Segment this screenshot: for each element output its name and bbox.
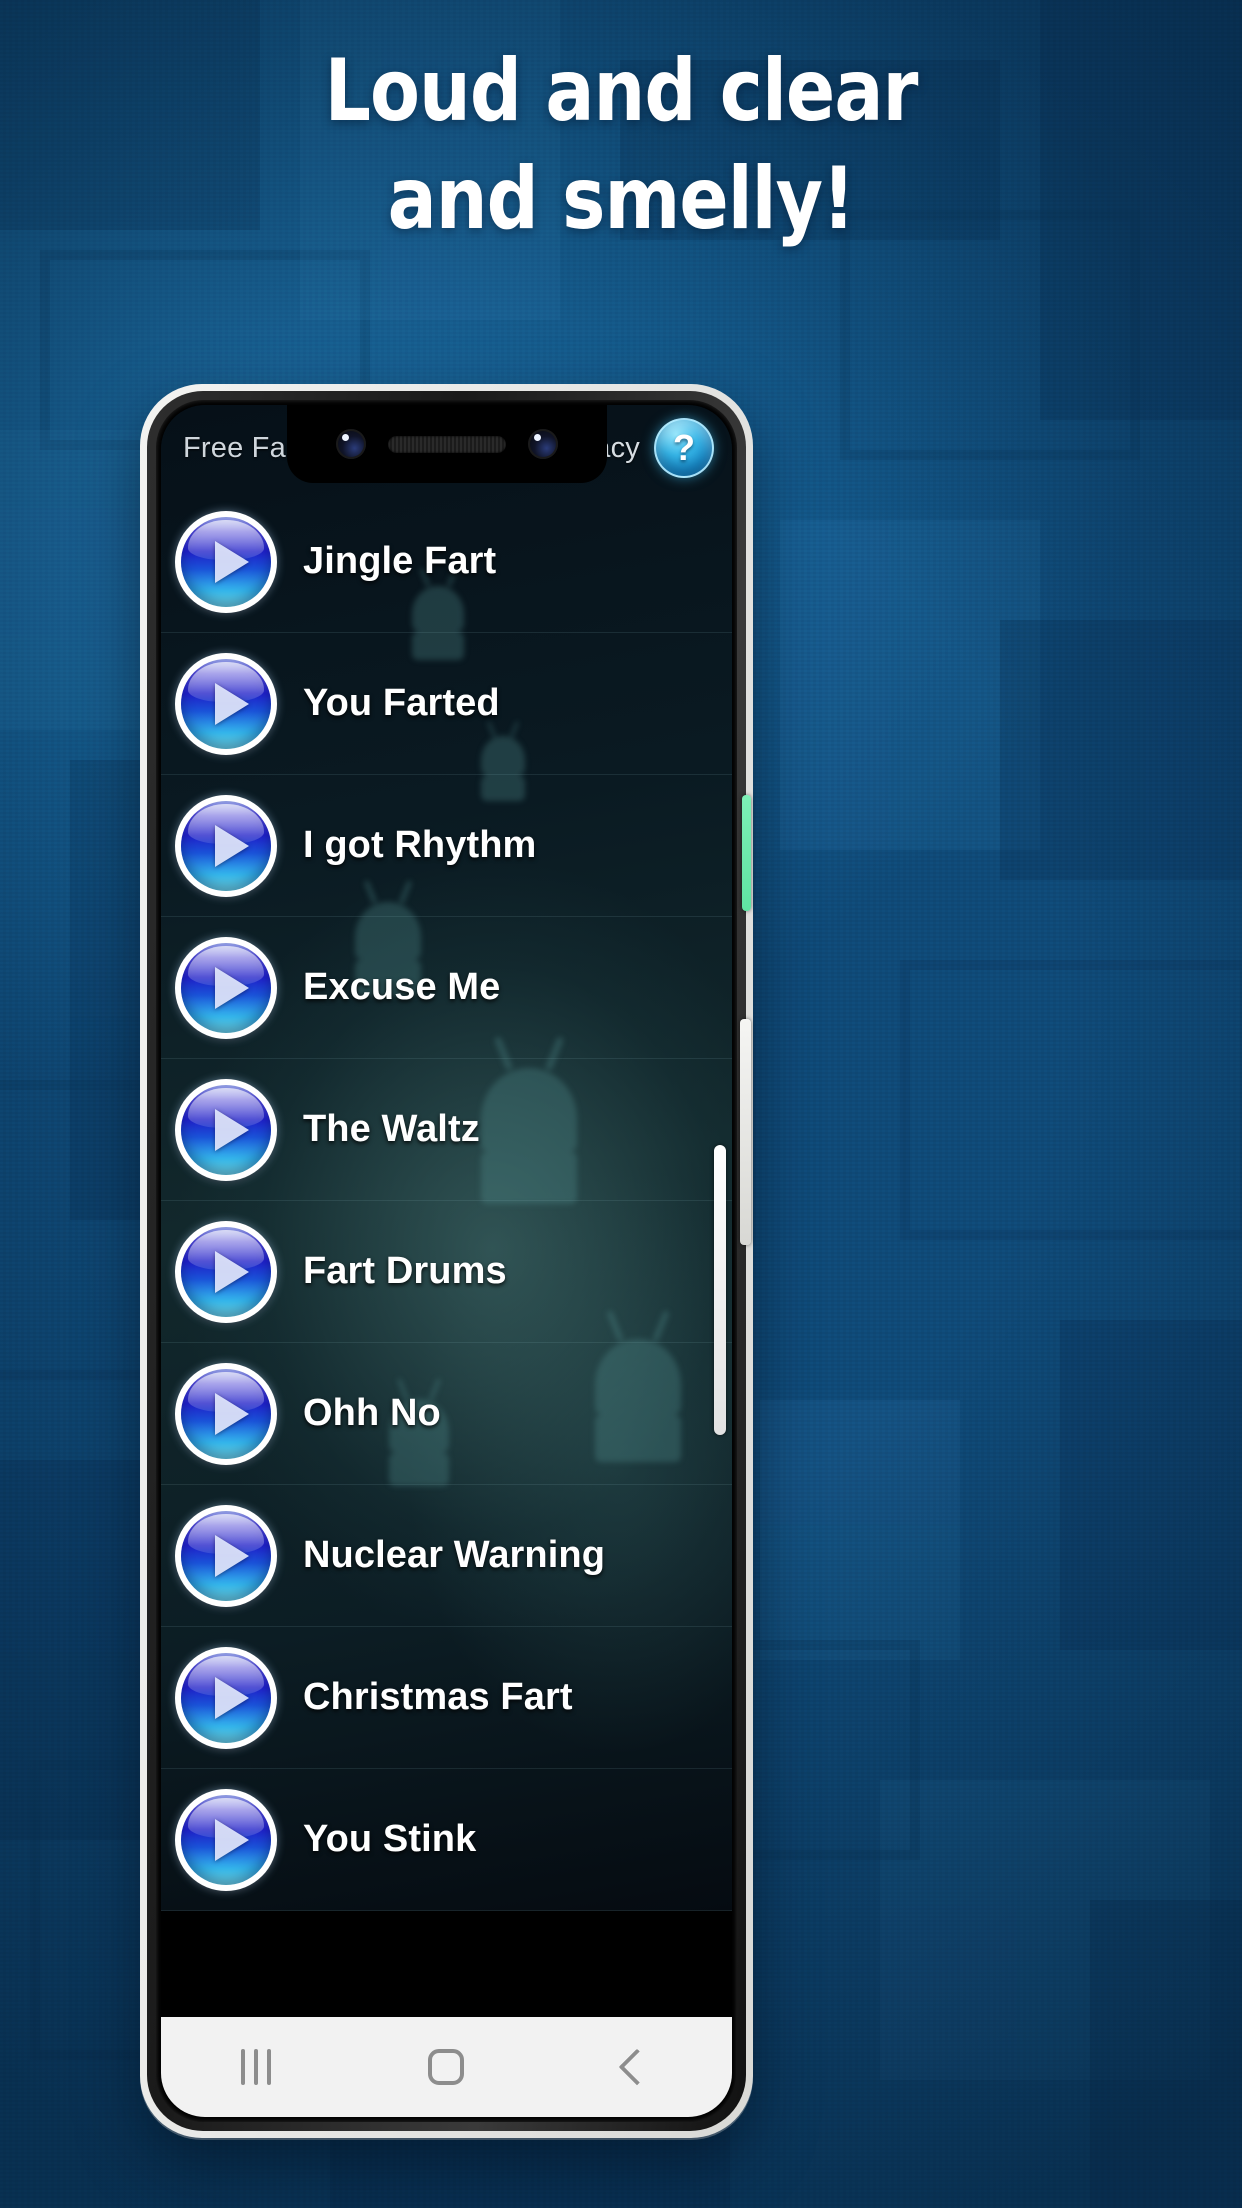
- sound-label: You Farted: [303, 682, 500, 724]
- headline-line-1: Loud and clear: [324, 41, 919, 141]
- help-icon[interactable]: ?: [654, 418, 714, 478]
- list-scrollbar[interactable]: [714, 1145, 726, 1435]
- sound-label: The Waltz: [303, 1108, 480, 1150]
- sound-label: Ohh No: [303, 1392, 441, 1434]
- phone-screen: Free Fart Sounds Privacy ? Jingle Fart: [161, 405, 732, 2117]
- sound-label: Nuclear Warning: [303, 1534, 606, 1576]
- list-item[interactable]: You Farted: [161, 633, 732, 775]
- back-button[interactable]: [542, 2017, 732, 2117]
- recents-icon: [241, 2049, 272, 2085]
- list-item[interactable]: I got Rhythm: [161, 775, 732, 917]
- sound-label: Excuse Me: [303, 966, 501, 1008]
- play-icon[interactable]: [175, 1362, 277, 1465]
- recents-button[interactable]: [161, 2017, 351, 2117]
- play-icon[interactable]: [175, 1504, 277, 1607]
- list-item[interactable]: Christmas Fart: [161, 1627, 732, 1769]
- play-icon[interactable]: [175, 652, 277, 755]
- list-item[interactable]: You Stink: [161, 1769, 732, 1911]
- home-icon: [428, 2049, 465, 2085]
- list-item[interactable]: The Waltz: [161, 1059, 732, 1201]
- screen-black-gap: [161, 1911, 732, 2017]
- list-item[interactable]: Ohh No: [161, 1343, 732, 1485]
- app-viewport: Free Fart Sounds Privacy ? Jingle Fart: [161, 405, 732, 1911]
- play-icon[interactable]: [175, 1788, 277, 1891]
- headline-line-2: and smelly!: [387, 149, 856, 249]
- play-icon[interactable]: [175, 936, 277, 1039]
- phone-mockup: Free Fart Sounds Privacy ? Jingle Fart: [140, 384, 753, 2138]
- phone-inner-frame: Free Fart Sounds Privacy ? Jingle Fart: [156, 400, 737, 2122]
- android-nav-bar: [161, 2017, 732, 2117]
- sound-label: Christmas Fart: [303, 1676, 573, 1718]
- play-icon[interactable]: [175, 510, 277, 613]
- phone-notch: [286, 405, 607, 483]
- list-item[interactable]: Nuclear Warning: [161, 1485, 732, 1627]
- power-button[interactable]: [742, 795, 751, 911]
- play-icon[interactable]: [175, 794, 277, 897]
- front-camera-icon: [335, 429, 366, 459]
- back-chevron-icon: [618, 2048, 656, 2086]
- sound-label: I got Rhythm: [303, 824, 537, 866]
- play-icon[interactable]: [175, 1646, 277, 1749]
- promo-headline: Loud and clear and smelly!: [0, 48, 1242, 242]
- play-icon[interactable]: [175, 1220, 277, 1323]
- volume-button[interactable]: [740, 1019, 751, 1245]
- sound-label: Fart Drums: [303, 1250, 507, 1292]
- promo-screenshot: Loud and clear and smelly! Free Fart ? J…: [0, 0, 1242, 2208]
- list-item[interactable]: Fart Drums: [161, 1201, 732, 1343]
- play-icon[interactable]: [175, 1078, 277, 1181]
- sound-label: You Stink: [303, 1818, 477, 1860]
- front-camera-secondary-icon: [527, 429, 558, 459]
- home-button[interactable]: [351, 2017, 541, 2117]
- sound-label: Jingle Fart: [303, 540, 497, 582]
- list-item[interactable]: Excuse Me: [161, 917, 732, 1059]
- earpiece-speaker: [387, 435, 506, 453]
- sound-list[interactable]: Jingle Fart You Farted I got Rhythm Excu…: [161, 491, 732, 1911]
- phone-bezel: Free Fart Sounds Privacy ? Jingle Fart: [147, 391, 751, 2131]
- list-item[interactable]: Jingle Fart: [161, 491, 732, 633]
